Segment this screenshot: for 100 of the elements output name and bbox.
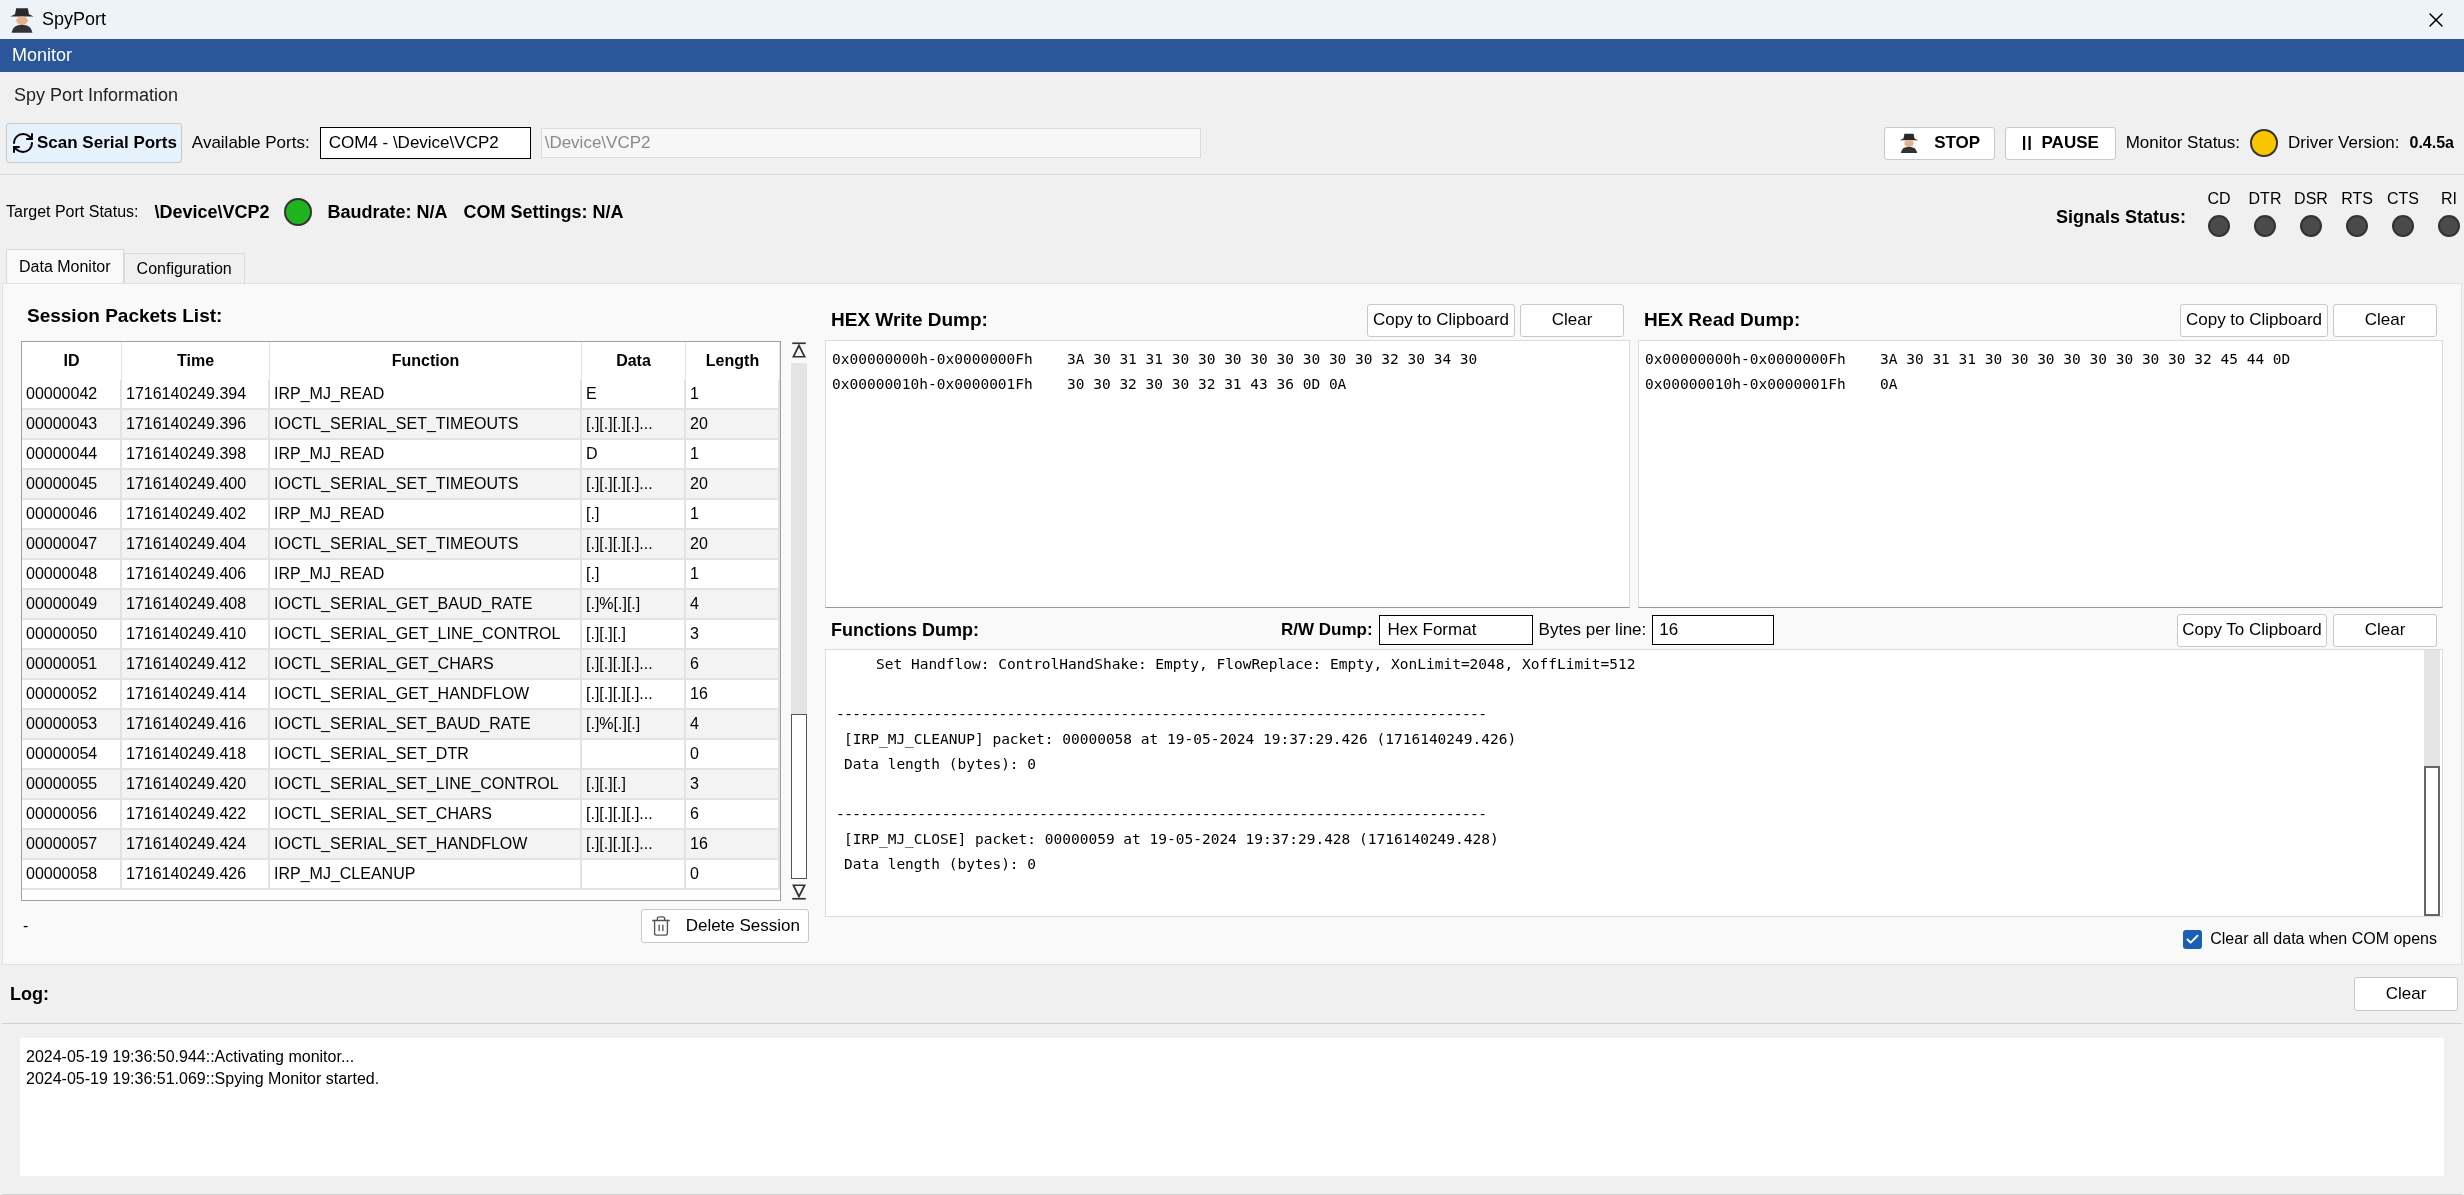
scroll-bottom-icon[interactable] [790,882,808,901]
function-cell-text: IOCTL_SERIAL_GET_CHARS [274,653,494,674]
tab[interactable]: Configuration [123,253,245,283]
pause-icon [2021,136,2032,150]
clear-button[interactable]: Clear [2333,303,2437,337]
function-cell-text: IRP_MJ_READ [274,503,385,524]
function-cell-text: IRP_MJ_CLEANUP [274,863,416,884]
scrollbar-thumb[interactable] [2424,766,2440,916]
time-cell-text: 1716140249.404 [126,533,247,554]
target-port: \Device\VCP2 [154,200,270,224]
log-line: 2024-05-19 19:36:50.944::Activating monitor... [26,1048,355,1065]
function-cell-text: IOCTL_SERIAL_SET_DTR [274,743,469,764]
id-cell-text: 00000044 [26,443,98,464]
scroll-top-icon[interactable] [790,340,808,359]
id-cell-text: 00000055 [26,773,98,794]
function-cell-text: IOCTL_SERIAL_GET_HANDFLOW [274,683,530,704]
checkbox[interactable] [2183,929,2203,949]
time-cell-text: 1716140249.420 [126,773,247,794]
id-cell-text: 00000051 [26,653,98,674]
group-title: Spy Port Information [13,84,180,107]
data-cell-text: [.] [586,503,600,524]
id-cell-text: 00000047 [26,533,98,554]
length-cell-text: 3 [690,623,699,644]
time-cell-text: 1716140249.422 [126,803,247,824]
time-cell-text: 1716140249.414 [126,683,247,704]
time-cell-text: 1716140249.408 [126,593,247,614]
field-label: Bytes per line: [1538,619,1647,642]
section-title: HEX Write Dump: [831,307,988,332]
copy-button[interactable]: Copy to Clipboard [2180,303,2328,337]
clear-button[interactable]: Clear [2333,613,2437,647]
data-cell-text: [.]%[.][.] [586,713,641,734]
trash-icon [649,914,672,937]
address-text: 0x00000010h-0x0000001Fh [1645,375,1847,394]
refresh-icon [11,131,35,155]
length-cell-text: 20 [690,533,708,554]
id-cell-text: 00000058 [26,863,98,884]
stop-button[interactable]: STOP [1883,126,1995,160]
copy-button[interactable]: Copy To Clipboard [2177,613,2327,647]
section-title: Session Packets List: [27,304,224,328]
column-header[interactable]: Length [686,341,780,380]
delete-session-button[interactable]: Delete Session [640,908,809,943]
function-cell-text: IOCTL_SERIAL_SET_TIMEOUTS [274,413,519,434]
copy-button[interactable]: Copy to Clipboard [1367,303,1515,337]
window-title: SpyPort [42,8,107,31]
field-label: Available Ports: [191,132,310,155]
scan-ports-button[interactable]: Scan Serial Ports [6,123,182,163]
field-label: Monitor Status: [2125,132,2241,155]
hex-bytes: 3A 30 31 31 30 30 30 30 30 30 30 30 32 45 44 0D [1880,350,2291,369]
time-cell-text: 1716140249.410 [126,623,247,644]
id-cell-text: 00000046 [26,503,98,524]
scrollbar-thumb[interactable] [791,713,807,879]
hex-bytes: 30 30 32 30 30 32 31 43 36 0D 0A [1067,375,1347,394]
port-field[interactable]: COM4 - \Device\VCP2 [319,127,531,159]
function-cell-text: IRP_MJ_READ [274,563,385,584]
length-cell-text: 6 [690,653,699,674]
column-header[interactable]: Function [270,341,582,380]
column-header[interactable]: Time [122,341,270,380]
format-field[interactable]: Hex Format [1378,615,1533,645]
time-cell-text: 1716140249.402 [126,503,247,524]
signal-label: RTS [2341,189,2373,209]
section-title: Functions Dump: [831,618,979,642]
length-cell-text: 4 [690,593,699,614]
hex-bytes: 0A [1880,375,1898,394]
clear-button[interactable]: Clear [1520,303,1624,337]
time-cell-text: 1716140249.424 [126,833,247,854]
pause-button[interactable]: PAUSE [2004,126,2116,160]
function-cell-text: IOCTL_SERIAL_SET_CHARS [274,803,492,824]
address-text: 0x00000000h-0x0000000Fh [1645,350,1847,369]
signal-label: DSR [2294,189,2328,209]
address-text: 0x00000010h-0x0000001Fh [832,375,1034,394]
signal-label: CD [2207,189,2231,209]
hex-dump-area[interactable]: 0x00000000h-0x0000000Fh 3A 30 31 31 30 30 30 30 30 30 30 30 32 30 34 30 0x00000010h-0x0000001Fh 30 30 32 30 30 32 31 43 36 0D 0A [825,340,1630,608]
id-cell-text: 00000049 [26,593,98,614]
column-header[interactable]: Data [582,341,686,380]
log-text: Data length (bytes): 0 [844,756,1037,772]
function-cell-text: IOCTL_SERIAL_SET_HANDFLOW [274,833,528,854]
log-text: [IRP_MJ_CLEANUP] packet: 00000058 at 19-05-2024 19:37:29.426 (1716140249.426) [844,731,1517,747]
function-cell-text: IOCTL_SERIAL_SET_BAUD_RATE [274,713,531,734]
function-cell-text: IOCTL_SERIAL_GET_BAUD_RATE [274,593,533,614]
signal-label: RI [2441,189,2457,209]
length-cell-text: 1 [690,443,699,464]
id-cell-text: 00000052 [26,683,98,704]
function-cell-text: IOCTL_SERIAL_SET_LINE_CONTROL [274,773,559,794]
id-cell-text: 00000043 [26,413,98,434]
id-cell-text: 00000056 [26,803,98,824]
tab[interactable]: Data Monitor [6,249,124,283]
id-cell-text: 00000042 [26,383,98,404]
hex-dump-area[interactable]: 0x00000000h-0x0000000Fh 3A 30 31 31 30 30 30 30 30 30 30 30 32 45 44 0D 0x00000010h-0x0000001Fh 0A [1638,340,2443,608]
length-cell-text: 1 [690,503,699,524]
clear-button[interactable]: Clear [2354,977,2458,1011]
column-header[interactable]: ID [22,341,122,380]
data-cell-text: [.][.][.] [586,623,626,644]
com-settings-label: COM Settings: N/A [463,200,624,224]
bytes-per-line-field[interactable]: 16 [1652,615,1775,645]
data-cell-text: [.][.][.][.]... [586,803,653,824]
menu-item[interactable]: Monitor [0,39,85,72]
driver-version: 0.4.5a [2409,133,2455,153]
data-cell-text: [.][.][.][.]... [586,683,653,704]
time-cell-text: 1716140249.398 [126,443,247,464]
log-area[interactable]: 2024-05-19 19:36:50.944::Activating monitor... 2024-05-19 19:36:51.069::Spying Monitor started. [20,1038,2444,1176]
